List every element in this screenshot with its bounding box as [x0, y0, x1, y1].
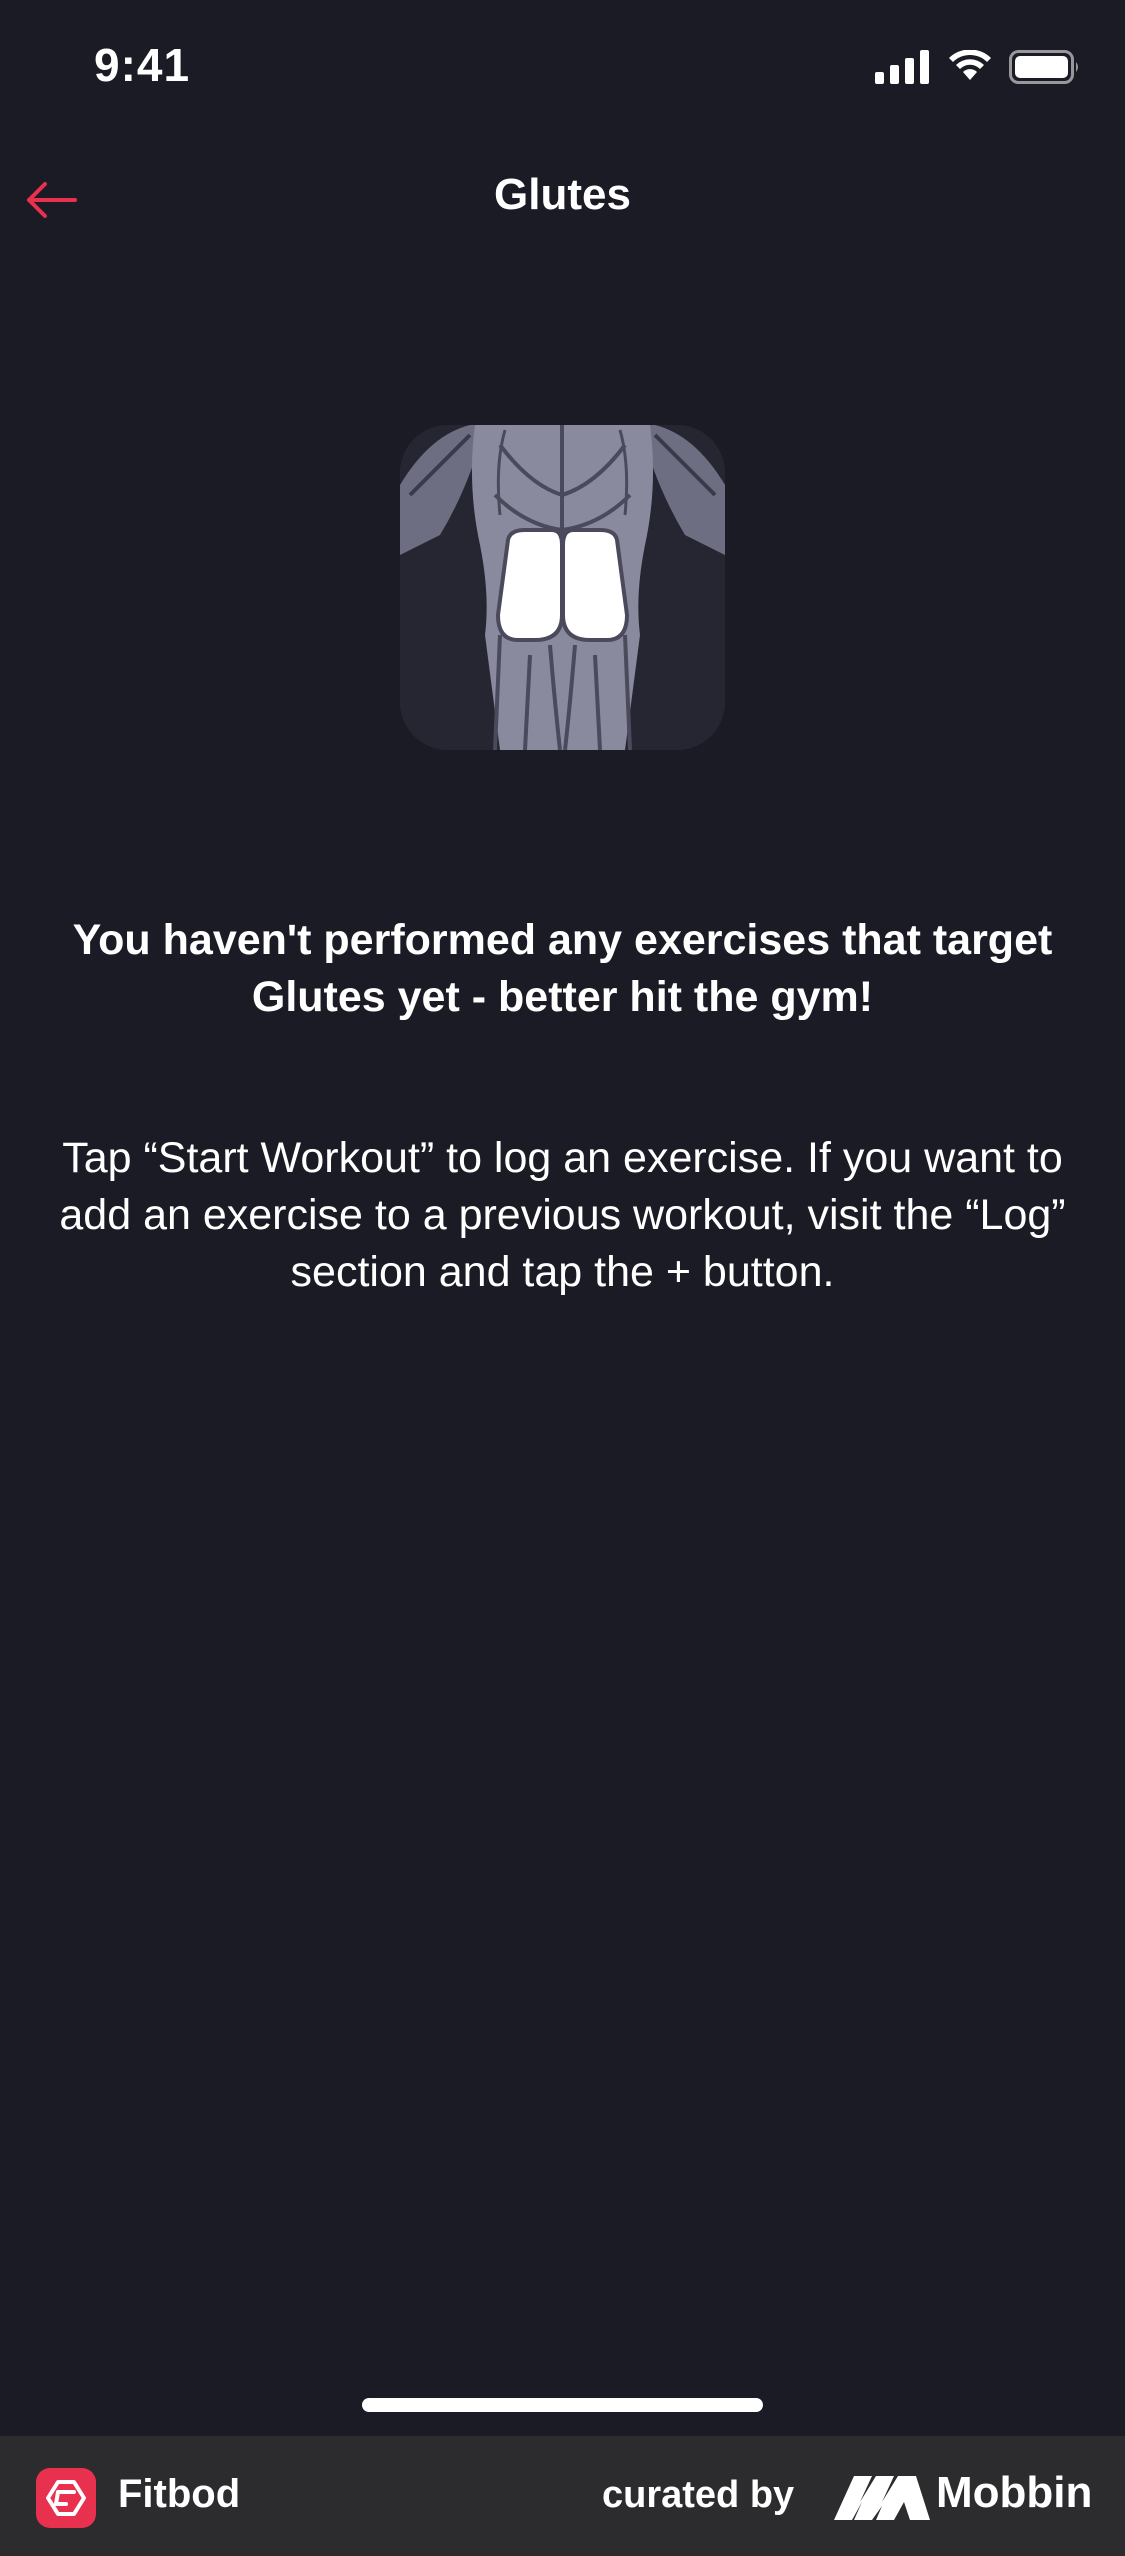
status-icons [875, 50, 1081, 84]
signal-icon [875, 50, 929, 84]
glutes-muscle-illustration [400, 425, 725, 750]
wifi-icon [949, 50, 991, 80]
screen: 9:41 Glutes You haven't performed any ex… [0, 0, 1125, 2556]
battery-icon [1009, 50, 1078, 84]
home-indicator[interactable] [362, 2398, 763, 2412]
mobbin-logo-icon [834, 2476, 930, 2520]
empty-state-headline: You haven't performed any exercises that… [72, 916, 1053, 1021]
attribution-footer: Fitbod curated by Mobbin [0, 2436, 1125, 2556]
fitbod-logo-icon [36, 2468, 96, 2528]
page-title: Glutes [494, 170, 631, 219]
curated-by-label: curated by [602, 2474, 795, 2516]
mobbin-brand-name: Mobbin [936, 2468, 1093, 2517]
empty-state-body: Tap “Start Workout” to log an exercise. … [59, 1134, 1066, 1296]
app-name: Fitbod [118, 2472, 241, 2516]
status-bar: 9:41 [0, 0, 1125, 140]
nav-bar: Glutes [0, 150, 1125, 250]
status-time: 9:41 [94, 39, 191, 91]
